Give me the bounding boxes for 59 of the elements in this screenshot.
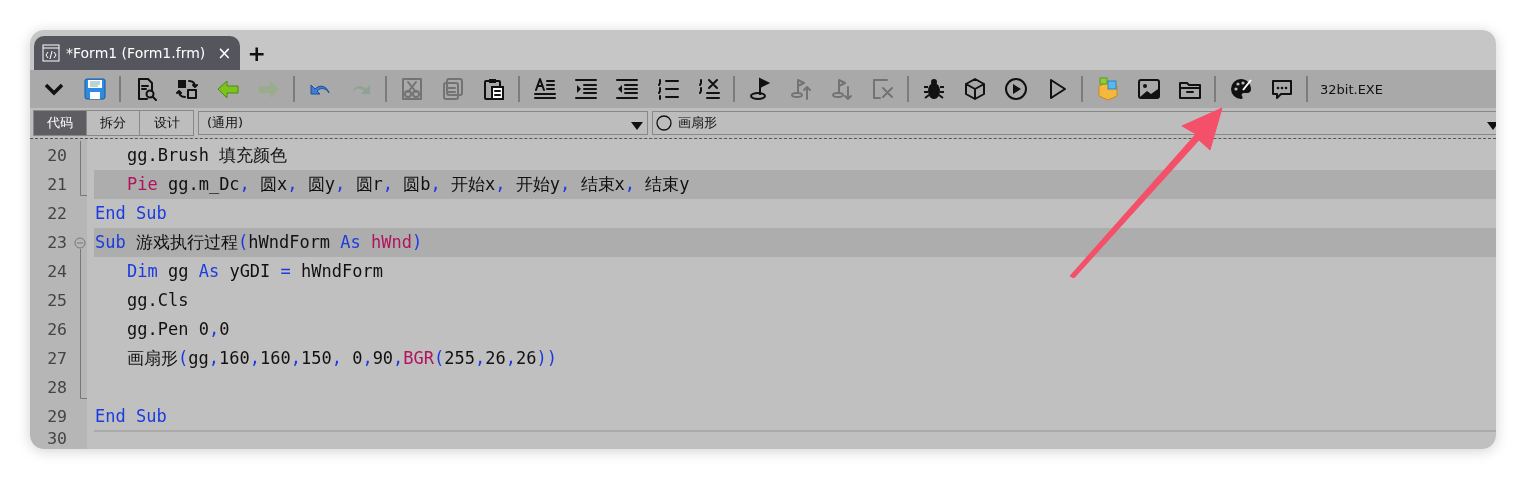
- fold-end-mark: [80, 373, 88, 399]
- object-dropdown[interactable]: (通用): [198, 111, 648, 135]
- code-line: gg.Cls: [127, 289, 189, 312]
- line-number: 25: [46, 290, 68, 312]
- back-arrow-icon: [215, 77, 240, 101]
- code-line: 画扇形(gg,160,160,150, 0,90,BGR(255,26,26)): [127, 347, 557, 370]
- file-tab[interactable]: *Form1 (Form1.frm) ×: [34, 36, 240, 70]
- line-number: 20: [46, 145, 68, 167]
- code-line: End Sub: [95, 405, 167, 428]
- flag-up-icon: [788, 77, 813, 101]
- image-icon: [1136, 77, 1161, 101]
- line-number: 23: [46, 232, 68, 254]
- line-number: 22: [46, 203, 68, 225]
- close-button[interactable]: ×: [217, 43, 232, 63]
- dropdown-value: (通用): [207, 114, 244, 132]
- view-tab[interactable]: 代码: [34, 111, 87, 135]
- tab-title: *Form1 (Form1.frm): [66, 45, 206, 61]
- dropdown-arrow-icon: [631, 122, 643, 130]
- code-line: Dim gg As yGDI = hWndForm: [127, 260, 383, 283]
- line-number: 27: [46, 348, 68, 370]
- code-line: End Sub: [95, 202, 167, 225]
- flag-down-icon: [829, 77, 854, 101]
- code-line: gg.Brush 填充颜色: [127, 144, 288, 167]
- cut-icon: [399, 77, 424, 101]
- swap-icon: [174, 77, 199, 101]
- code-line: Pie gg.m_Dc, 圆x, 圆y, 圆r, 圆b, 开始x, 开始y, 结束x, 结束y: [127, 173, 690, 196]
- chat-icon: [1269, 77, 1294, 101]
- code-line: Sub 游戏执行过程(hWndForm As hWnd): [95, 231, 423, 254]
- code-line: gg.Pen 0,0: [127, 318, 230, 341]
- uncomment-lines-icon: [696, 77, 721, 101]
- outdent-icon: [614, 77, 639, 101]
- text-format-icon: [532, 77, 557, 101]
- bug-icon: [921, 77, 946, 101]
- comment-lines-icon: [655, 77, 680, 101]
- save-icon: [82, 77, 107, 101]
- flag-icon: [747, 77, 772, 101]
- line-number: 29: [46, 406, 68, 428]
- line-number: 28: [46, 377, 68, 399]
- line-number: 26: [46, 319, 68, 341]
- palette-icon: [1228, 77, 1253, 101]
- dropdown-arrow-icon: [1487, 122, 1496, 130]
- line-number: 30: [46, 431, 68, 449]
- indent-icon: [573, 77, 598, 101]
- cube-icon: [962, 77, 987, 101]
- code-file-icon: [42, 44, 60, 62]
- line-number: 24: [46, 261, 68, 283]
- paste-icon: [481, 77, 506, 101]
- boxes-icon: [1095, 77, 1120, 101]
- play-circle-icon: [1003, 77, 1028, 101]
- line-number: 21: [46, 174, 68, 196]
- circle-icon: [656, 115, 672, 131]
- build-target-label[interactable]: 32bit.EXE: [1320, 81, 1383, 97]
- procedure-dropdown[interactable]: 画扇形: [652, 111, 1496, 135]
- copy-icon: [440, 77, 465, 101]
- new-tab-button[interactable]: +: [247, 41, 266, 66]
- dropdown-value: 画扇形: [678, 114, 717, 132]
- fold-end-mark: [80, 170, 88, 196]
- fold-guide-line: [80, 141, 82, 170]
- clear-flags-icon: [870, 77, 895, 101]
